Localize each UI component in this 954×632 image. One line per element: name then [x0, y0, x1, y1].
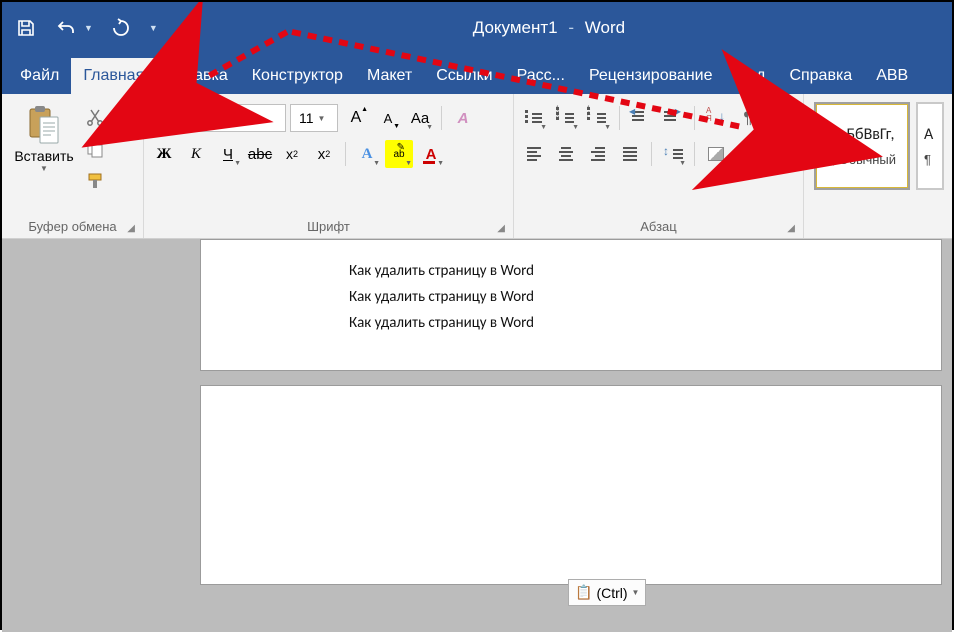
style-preview: АаБбВвГг,	[830, 125, 895, 144]
tab-review[interactable]: Рецензирование	[577, 58, 725, 94]
strikethrough-button[interactable]: abc	[246, 140, 274, 168]
superscript-button[interactable]: x2	[310, 140, 338, 168]
group-label-clipboard: Буфер обмена ◢	[8, 216, 137, 238]
tab-references[interactable]: Ссылки	[424, 58, 504, 94]
style-next[interactable]: А ¶	[916, 102, 944, 190]
tab-mailings[interactable]: Расс...	[505, 58, 577, 94]
justify-button[interactable]	[616, 140, 644, 168]
tab-view[interactable]: Вид	[724, 58, 777, 94]
align-right-button[interactable]	[584, 140, 612, 168]
style-normal[interactable]: АаБбВвГг, ¶ Обычный	[814, 102, 910, 190]
font-launcher-icon[interactable]: ◢	[497, 223, 505, 234]
separator	[694, 106, 695, 130]
separator	[619, 106, 620, 130]
paste-options-label: (Ctrl)	[596, 585, 627, 601]
page-1[interactable]: Как удалить страницу в Word Как удалить …	[200, 239, 942, 371]
group-font: Calibri (Осно▼ 11▼ A A Aa▼ A Ж К Ч▼ abc …	[144, 94, 514, 238]
text-line[interactable]: Как удалить страницу в Word	[349, 314, 941, 332]
group-paragraph: ▼ ▼ ▼ ¶ ▼ ▼ ▼ Аб	[514, 94, 804, 238]
paragraph-launcher-icon[interactable]: ◢	[787, 223, 795, 234]
italic-button[interactable]: К	[182, 140, 210, 168]
tab-help[interactable]: Справка	[777, 58, 864, 94]
shrink-font-button[interactable]: A	[374, 104, 402, 132]
tab-addin[interactable]: ABB	[864, 58, 920, 94]
sort-button[interactable]	[702, 104, 730, 132]
paste-icon	[24, 104, 64, 146]
bold-button[interactable]: Ж	[150, 140, 178, 168]
group-label-paragraph: Абзац ◢	[520, 216, 797, 238]
font-color-button[interactable]: A▼	[417, 140, 445, 168]
separator	[694, 142, 695, 166]
tab-design[interactable]: Конструктор	[240, 58, 355, 94]
highlight-button[interactable]: ✎▼	[385, 140, 413, 168]
numbering-button[interactable]: ▼	[552, 104, 580, 132]
document-area[interactable]: Как удалить страницу в Word Как удалить …	[2, 239, 952, 632]
clipboard-icon: 📋	[575, 584, 592, 601]
group-label-font: Шрифт ◢	[150, 216, 507, 238]
document-name: Документ1	[473, 18, 558, 37]
align-center-button[interactable]	[552, 140, 580, 168]
increase-indent-button[interactable]	[659, 104, 687, 132]
subscript-button[interactable]: x2	[278, 140, 306, 168]
font-size-combo[interactable]: 11▼	[290, 104, 338, 132]
chevron-down-icon[interactable]: ▼	[245, 114, 253, 123]
app-name: Word	[585, 18, 625, 37]
style-preview: А	[924, 125, 933, 144]
redo-icon[interactable]	[109, 16, 133, 40]
undo-icon[interactable]	[54, 16, 78, 40]
decrease-indent-button[interactable]	[627, 104, 655, 132]
format-painter-button[interactable]	[84, 170, 106, 192]
style-name: ¶	[924, 152, 931, 167]
paste-options-tag[interactable]: 📋 (Ctrl) ▼	[568, 579, 646, 606]
group-clipboard: Вставить ▼ Буфер обмена ◢	[2, 94, 144, 238]
group-label-styles	[810, 216, 946, 238]
tab-home[interactable]: Главная	[71, 58, 156, 94]
font-name-combo[interactable]: Calibri (Осно▼	[150, 104, 286, 132]
separator	[651, 142, 652, 166]
clipboard-launcher-icon[interactable]: ◢	[127, 223, 135, 234]
borders-icon	[741, 147, 755, 161]
group-styles: АаБбВвГг, ¶ Обычный А ¶	[804, 94, 952, 238]
clear-formatting-button[interactable]: A	[449, 104, 477, 132]
save-icon[interactable]	[14, 16, 38, 40]
change-case-button[interactable]: Aa▼	[406, 104, 434, 132]
chevron-down-icon[interactable]: ▼	[632, 588, 640, 597]
window-title: Документ1 - Word	[158, 18, 940, 38]
text-line[interactable]: Как удалить страницу в Word	[349, 288, 941, 306]
copy-button[interactable]	[84, 138, 106, 160]
chevron-down-icon[interactable]: ▼	[318, 114, 326, 123]
line-spacing-button[interactable]: ▼	[659, 140, 687, 168]
separator	[345, 142, 346, 166]
title-bar: ▼ ▼ Документ1 - Word	[2, 2, 952, 54]
title-separator: -	[568, 18, 574, 37]
ribbon: Вставить ▼ Буфер обмена ◢ Calibri (Осно▼…	[2, 94, 952, 239]
multilevel-list-button[interactable]: ▼	[584, 104, 612, 132]
borders-button[interactable]: ▼	[734, 140, 762, 168]
paste-button[interactable]: Вставить ▼	[8, 98, 80, 173]
shading-button[interactable]: ▼	[702, 140, 730, 168]
text-line[interactable]: Как удалить страницу в Word	[349, 262, 941, 280]
undo-dropdown-icon[interactable]: ▼	[84, 23, 93, 33]
bullets-button[interactable]: ▼	[520, 104, 548, 132]
quick-access-toolbar: ▼ ▼	[14, 16, 158, 40]
text-effects-button[interactable]: A▼	[353, 140, 381, 168]
tab-file[interactable]: Файл	[8, 58, 71, 94]
paste-label: Вставить	[14, 148, 73, 164]
cut-button[interactable]	[84, 106, 106, 128]
underline-button[interactable]: Ч▼	[214, 140, 242, 168]
qat-customize-icon[interactable]: ▼	[149, 23, 158, 33]
ribbon-tabs: Файл Главная Вставка Конструктор Макет С…	[2, 54, 952, 94]
page-2[interactable]	[200, 385, 942, 585]
tab-layout[interactable]: Макет	[355, 58, 424, 94]
show-marks-button[interactable]: ¶	[734, 104, 762, 132]
paste-dropdown-icon[interactable]: ▼	[40, 164, 48, 173]
style-name: ¶ Обычный	[828, 152, 896, 167]
grow-font-button[interactable]: A	[342, 104, 370, 132]
separator	[441, 106, 442, 130]
tab-insert[interactable]: Вставка	[156, 58, 239, 94]
align-left-button[interactable]	[520, 140, 548, 168]
shading-icon	[708, 147, 724, 161]
